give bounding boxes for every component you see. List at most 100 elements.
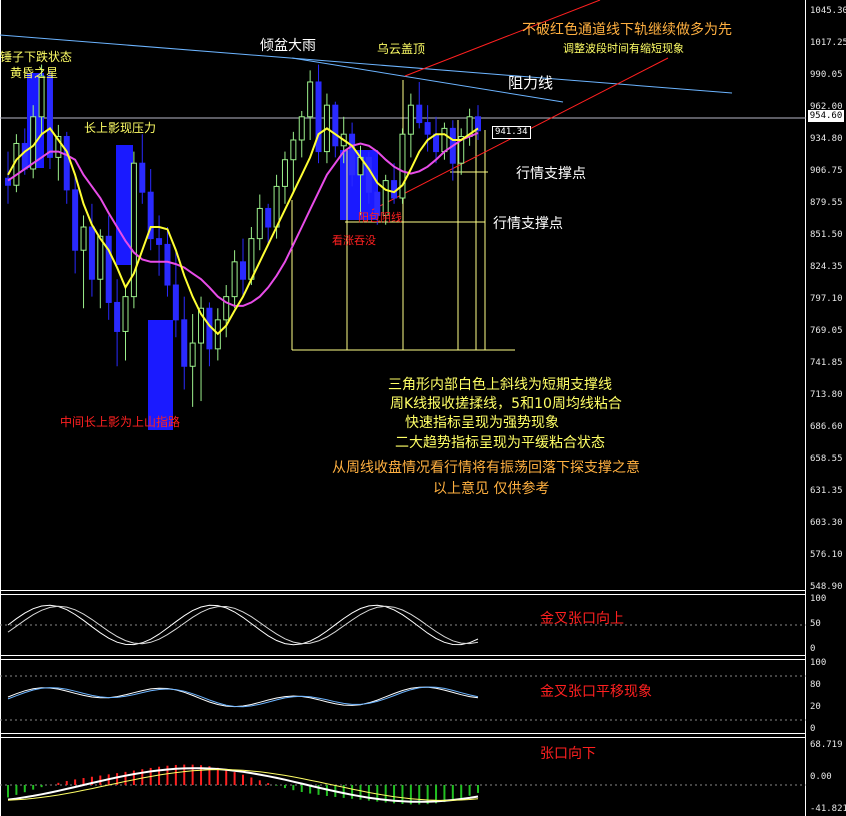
price-tick-label: 713.80 — [810, 390, 843, 400]
macd-bar — [40, 785, 43, 788]
annotation-sunny-engulf: 阳包阴线 — [358, 211, 402, 224]
candle — [63, 131, 70, 204]
candle — [122, 287, 129, 361]
current-price-box: 954.60 — [808, 110, 844, 122]
price-tick-label: 879.55 — [810, 198, 843, 208]
candle — [80, 215, 87, 309]
macd-bar — [124, 771, 127, 785]
osc1-d-line — [7, 605, 479, 645]
candle — [424, 105, 431, 152]
annotation-red-channel: 不破红色通道线下轨继续做多为先 — [522, 22, 732, 38]
macd-bar — [351, 785, 354, 799]
annotation-tilted-basin: 倾盆大雨 — [260, 38, 316, 54]
candlestick-series — [5, 64, 481, 407]
annotation-support-1: 行情支撑点 — [516, 166, 586, 182]
ma-value-box: 941.34 — [492, 126, 531, 139]
price-tick-label: 631.35 — [810, 486, 843, 496]
macd-bar — [216, 767, 219, 785]
annotation-wave-time: 调整波段时间有缩短现象 — [563, 42, 684, 55]
price-tick-label: 824.35 — [810, 262, 843, 272]
candle — [416, 81, 423, 129]
price-tick-label: 741.85 — [810, 358, 843, 368]
annotation-osc2: 金叉张口平移现象 — [540, 684, 652, 700]
macd-bar — [443, 785, 446, 803]
candle — [332, 101, 339, 158]
indicator-panels — [0, 604, 806, 805]
annotation-resistance: 阻力线 — [508, 74, 554, 92]
osc2-tick-label: 100 — [810, 658, 827, 668]
candle — [240, 238, 246, 297]
analysis-line-2: 周K线报收搓揉线，5和10周均线粘合 — [390, 396, 622, 412]
candle — [290, 131, 297, 193]
candle — [114, 279, 121, 367]
candle — [147, 168, 154, 251]
macd-bar — [468, 785, 471, 796]
candle — [5, 151, 11, 204]
analysis-line-4: 二大趋势指标呈现为平缓粘合状态 — [395, 435, 605, 451]
macd-bar — [15, 785, 18, 795]
price-tick-label: 603.30 — [810, 518, 843, 528]
candle — [466, 108, 473, 146]
annotation-dark-cloud: 乌云盖顶 — [377, 42, 426, 56]
macd-bar — [267, 783, 270, 785]
osc2-slow-line — [7, 686, 479, 708]
macd-tick-label: -41.821 — [810, 804, 846, 814]
macd-bar — [460, 785, 463, 799]
price-tick-label: 851.50 — [810, 230, 843, 240]
macd-bar — [132, 770, 135, 785]
candle — [189, 314, 196, 407]
candle — [315, 64, 322, 164]
analysis-line-1: 三角形内部白色上斜线为短期支撑线 — [388, 377, 612, 393]
macd-bar — [32, 785, 35, 790]
macd-bar — [477, 785, 479, 793]
candle — [281, 151, 288, 204]
candle — [407, 93, 414, 158]
candle — [231, 250, 238, 309]
macd-bar — [7, 785, 9, 798]
price-tick-label: 769.05 — [810, 326, 843, 336]
candle — [223, 285, 230, 338]
macd-bar — [233, 772, 236, 785]
candle — [130, 151, 137, 309]
price-tick-label: 1017.25 — [810, 38, 846, 48]
analysis-line-5: 从周线收盘情况看行情将有振荡回落下探支撑之意 — [332, 460, 640, 476]
osc1-tick-label: 100 — [810, 594, 827, 604]
candle — [399, 128, 406, 204]
annotation-macd: 张口向下 — [540, 746, 596, 762]
moving-average-lines — [7, 127, 479, 336]
macd-bar — [65, 781, 68, 785]
candle — [88, 203, 95, 297]
macd-tick-label: 0.00 — [810, 772, 832, 782]
analysis-line-3: 快速指标呈现为强势现象 — [405, 415, 559, 431]
macd-bar — [283, 785, 286, 789]
price-tick-label: 906.75 — [810, 166, 843, 176]
candle — [206, 302, 213, 367]
candle — [181, 296, 188, 390]
analysis-line-6: 以上意见 仅供参考 — [433, 481, 550, 497]
macd-bar — [451, 785, 454, 801]
candle — [265, 203, 272, 245]
macd-bar — [258, 780, 261, 785]
macd-bar — [23, 785, 26, 793]
annotation-evening-star: 黄昏之星 — [10, 66, 59, 80]
price-tick-label: 990.05 — [810, 70, 843, 80]
annotation-bullish-engulf: 看涨吞没 — [332, 234, 376, 247]
candle — [72, 174, 79, 274]
price-tick-label: 658.55 — [810, 454, 843, 464]
osc2-fast-line — [7, 686, 479, 708]
candle — [391, 163, 398, 204]
ma5-line — [7, 127, 479, 336]
macd-bar — [57, 782, 60, 785]
candle — [433, 116, 440, 164]
osc2-tick-label: 20 — [810, 702, 821, 712]
annotation-middle-upper-shadow: 中间长上影为上山指路 — [60, 415, 181, 429]
price-tick-label: 576.10 — [810, 550, 843, 560]
price-tick-label: 934.80 — [810, 134, 843, 144]
price-tick-label: 1045.30 — [810, 6, 846, 16]
price-tick-label: 548.90 — [810, 582, 843, 592]
price-tick-label: 686.60 — [810, 422, 843, 432]
candle — [298, 110, 305, 158]
macd-bar — [359, 785, 362, 800]
osc2-tick-label: 0 — [810, 724, 816, 734]
macd-bar — [74, 779, 77, 785]
